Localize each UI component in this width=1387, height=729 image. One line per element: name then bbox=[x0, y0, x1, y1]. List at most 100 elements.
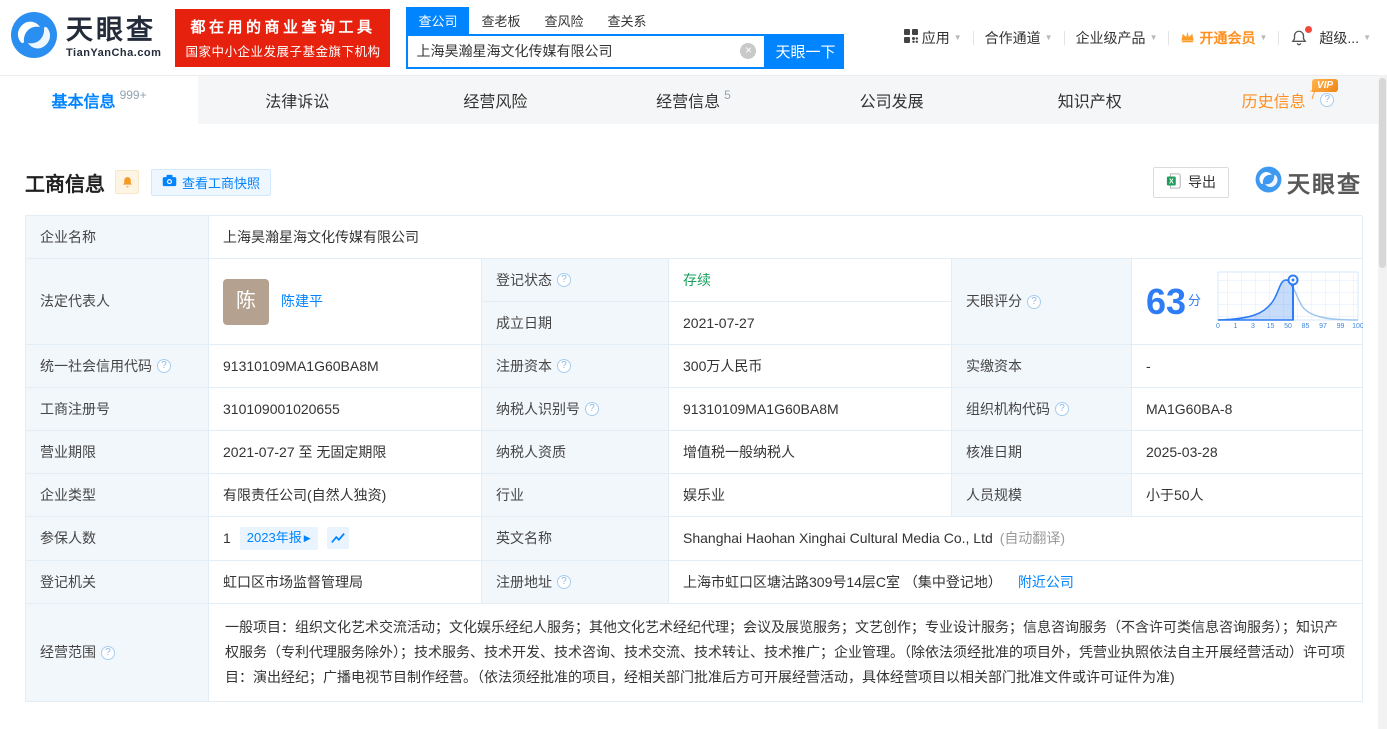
svg-text:99: 99 bbox=[1337, 323, 1345, 330]
notification-dot bbox=[1305, 25, 1313, 33]
help-icon[interactable] bbox=[1055, 402, 1069, 416]
field-credit-code-value: 91310109MA1G60BA8M bbox=[209, 345, 482, 388]
auto-translate-note: (自动翻译) bbox=[999, 530, 1066, 547]
search-tab-relation[interactable]: 查关系 bbox=[596, 7, 659, 34]
field-staff-size-label: 人员规模 bbox=[952, 474, 1132, 517]
legal-rep-avatar[interactable]: 陈 bbox=[223, 278, 269, 325]
field-taxpayer-quality-label: 纳税人资质 bbox=[482, 431, 669, 474]
apps-grid-icon bbox=[903, 29, 918, 46]
search-tab-company[interactable]: 查公司 bbox=[406, 6, 470, 34]
divider bbox=[1063, 30, 1065, 45]
arrow-right-icon bbox=[304, 532, 311, 545]
promo-banner: 都在用的商业查询工具 国家中小企业发展子基金旗下机构 bbox=[175, 8, 391, 67]
help-icon[interactable] bbox=[1320, 93, 1335, 107]
field-reg-status-label: 登记状态 bbox=[482, 259, 669, 302]
tab-basic-info[interactable]: 基本信息 999+ bbox=[0, 76, 199, 124]
menu-user[interactable]: 超级... bbox=[1319, 28, 1371, 48]
menu-partner[interactable]: 合作通道 bbox=[985, 28, 1053, 48]
annual-report-link[interactable]: 2023年报 bbox=[239, 527, 318, 550]
help-icon[interactable] bbox=[585, 402, 599, 416]
help-icon[interactable] bbox=[557, 273, 571, 287]
legal-rep-link[interactable]: 陈建平 bbox=[281, 291, 323, 311]
field-staff-size-value: 小于50人 bbox=[1132, 474, 1363, 517]
field-company-name-value: 上海昊瀚星海文化传媒有限公司 bbox=[209, 216, 1363, 259]
tab-intellectual-property[interactable]: 知识产权 bbox=[991, 76, 1189, 124]
field-paid-capital-label: 实缴资本 bbox=[952, 345, 1132, 388]
scrollbar-track bbox=[1378, 75, 1387, 729]
field-industry-label: 行业 bbox=[482, 474, 669, 517]
field-approval-date-value: 2025-03-28 bbox=[1132, 431, 1363, 474]
menu-enterprise-label: 企业级产品 bbox=[1075, 29, 1146, 46]
field-paid-capital-value: - bbox=[1132, 345, 1363, 388]
search-tab-boss[interactable]: 查老板 bbox=[469, 7, 532, 34]
divider bbox=[1168, 30, 1170, 45]
export-label: 导出 bbox=[1188, 174, 1216, 190]
field-reg-status-value: 存续 bbox=[669, 259, 952, 302]
top-bar: 天眼查 TianYanCha.com 都在用的商业查询工具 国家中小企业发展子基… bbox=[0, 0, 1387, 75]
field-insured-value: 1 2023年报 bbox=[209, 517, 482, 561]
svg-text:50: 50 bbox=[1284, 323, 1292, 330]
score-number: 63 bbox=[1146, 280, 1187, 322]
tab-count-badge: 999+ bbox=[119, 88, 147, 102]
scrollbar-thumb[interactable] bbox=[1379, 78, 1386, 268]
field-term-label: 营业期限 bbox=[26, 431, 209, 474]
monitor-bell-button[interactable] bbox=[115, 170, 139, 194]
search-input[interactable] bbox=[408, 43, 741, 59]
field-authority-value: 虹口区市场监督管理局 bbox=[209, 560, 482, 604]
help-icon[interactable] bbox=[1027, 294, 1041, 309]
tab-count-badge: 7 bbox=[1309, 88, 1317, 102]
tab-company-development[interactable]: 公司发展 bbox=[793, 76, 991, 124]
banner-line2: 国家中小企业发展子基金旗下机构 bbox=[185, 44, 381, 59]
watermark-logo: 天眼查 bbox=[1255, 165, 1362, 199]
notification-bell[interactable] bbox=[1290, 25, 1313, 47]
field-reg-number-label: 工商注册号 bbox=[26, 388, 209, 431]
field-company-type-label: 企业类型 bbox=[26, 474, 209, 517]
field-scope-value: 一般项目：组织文化艺术交流活动；文化娱乐经纪人服务；其他文化艺术经纪代理；会议及… bbox=[209, 603, 1363, 703]
tab-legal-label: 法律诉讼 bbox=[265, 94, 330, 111]
field-term-value: 2021-07-27 至 无固定期限 bbox=[209, 431, 482, 474]
help-icon[interactable] bbox=[557, 574, 571, 589]
clear-search-icon[interactable] bbox=[740, 43, 757, 59]
tab-legal-proceedings[interactable]: 法律诉讼 bbox=[198, 76, 396, 124]
watermark-text: 天眼查 bbox=[1287, 171, 1362, 197]
tianyancha-logo-icon bbox=[1255, 166, 1282, 198]
search-button[interactable]: 天眼一下 bbox=[766, 33, 845, 69]
nearby-companies-link[interactable]: 附近公司 bbox=[1018, 572, 1074, 592]
field-score-value: 63 分 0 1 3 15 50 85 97 99 100 bbox=[1132, 259, 1364, 345]
help-icon[interactable] bbox=[101, 645, 115, 660]
field-approval-date-label: 核准日期 bbox=[952, 431, 1132, 474]
tab-business-info[interactable]: 经营信息 5 bbox=[594, 76, 792, 124]
svg-text:85: 85 bbox=[1302, 323, 1310, 330]
view-snapshot-label: 查看工商快照 bbox=[182, 175, 261, 191]
tab-count-badge: 5 bbox=[724, 88, 731, 102]
company-nav-tabs: 基本信息 999+ 法律诉讼 经营风险 经营信息 5 公司发展 知识产权 VIP… bbox=[0, 75, 1387, 124]
menu-enterprise[interactable]: 企业级产品 bbox=[1076, 28, 1158, 48]
export-button[interactable]: X 导出 bbox=[1153, 166, 1229, 198]
divider bbox=[972, 30, 974, 45]
tab-operational-risk[interactable]: 经营风险 bbox=[396, 76, 594, 124]
help-icon[interactable] bbox=[157, 359, 171, 373]
search-tab-risk[interactable]: 查风险 bbox=[532, 7, 595, 34]
chevron-down-icon bbox=[1259, 32, 1267, 43]
chevron-down-icon bbox=[954, 32, 962, 43]
search-area: 查公司 查老板 查风险 查关系 天眼一下 bbox=[406, 6, 845, 69]
trend-chart-icon[interactable] bbox=[326, 527, 349, 550]
field-org-code-value: MA1G60BA-8 bbox=[1132, 388, 1363, 431]
chevron-down-icon bbox=[1045, 32, 1053, 43]
menu-apps[interactable]: 应用 bbox=[903, 28, 962, 48]
view-snapshot-button[interactable]: 查看工商快照 bbox=[151, 168, 272, 196]
field-scope-label: 经营范围 bbox=[26, 603, 209, 703]
crown-icon bbox=[1180, 30, 1195, 46]
site-logo[interactable]: 天眼查 TianYanCha.com bbox=[10, 11, 161, 64]
chevron-down-icon bbox=[1150, 32, 1158, 43]
tab-history-info[interactable]: VIP 历史信息 7 bbox=[1189, 76, 1387, 124]
field-english-name-label: 英文名称 bbox=[482, 517, 669, 561]
menu-open-vip[interactable]: 开通会员 bbox=[1180, 28, 1267, 48]
field-reg-capital-value: 300万人民币 bbox=[669, 345, 952, 388]
field-establish-date-label: 成立日期 bbox=[482, 302, 669, 345]
field-insured-label: 参保人数 bbox=[26, 517, 209, 561]
help-icon[interactable] bbox=[557, 359, 571, 373]
tianyancha-logo-icon bbox=[10, 11, 58, 64]
section-title: 工商信息 bbox=[25, 173, 105, 196]
chevron-down-icon bbox=[1363, 32, 1371, 43]
